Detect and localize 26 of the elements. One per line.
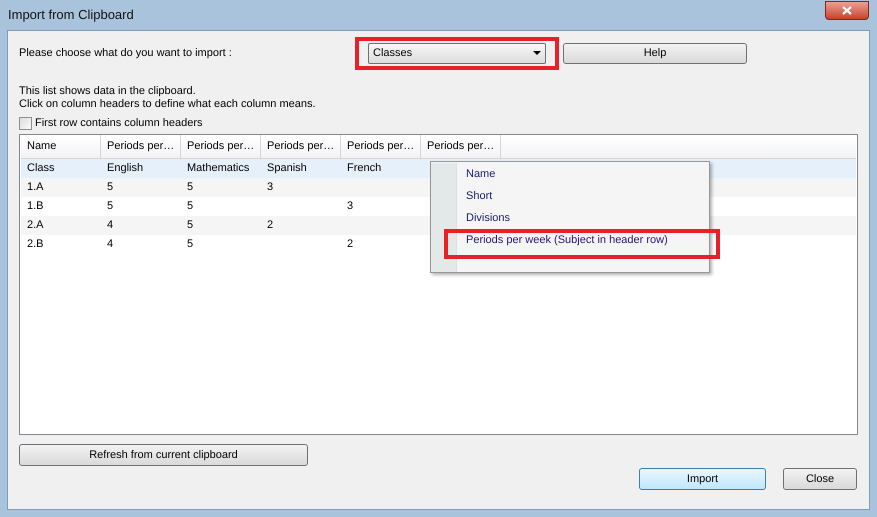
table-cell-text: 5 xyxy=(107,199,114,214)
info-text: This list shows data in the clipboard. xyxy=(19,85,197,98)
table-cell-text: 1.B xyxy=(27,199,44,214)
table-cell-text: 3 xyxy=(267,180,274,196)
table-cell-text: 4 xyxy=(107,218,114,234)
table-cell-text: 2.B xyxy=(27,237,44,252)
table-cell-text: 1.A xyxy=(27,180,44,196)
checkbox-label: First row contains column headers xyxy=(35,116,203,131)
prompt-label: Please choose what do you want to import : xyxy=(19,46,233,61)
table-cell-text: English xyxy=(107,161,144,176)
table-cell-text: French xyxy=(347,161,382,176)
table-cell-text: 5 xyxy=(187,218,194,234)
table-cell-text: 4 xyxy=(107,237,114,252)
table-cell-text: 2 xyxy=(267,218,274,234)
table-cell-text: 2.A xyxy=(27,218,44,234)
table-cell-text: 3 xyxy=(347,199,354,214)
table-cell-text: Mathematics xyxy=(187,161,250,176)
info-text: Click on column headers to define what each column means. xyxy=(19,98,317,111)
table-cell-text: 2 xyxy=(347,237,354,252)
table-cell-text: 5 xyxy=(187,180,194,196)
table-cell-text: 5 xyxy=(187,199,194,214)
window-title: Import from Clipboard xyxy=(8,6,134,24)
table-cell-text: 5 xyxy=(187,237,194,252)
table-cell-text: Spanish xyxy=(267,161,307,176)
table-cell-text: Class xyxy=(27,161,55,176)
table-cell-text: 5 xyxy=(107,180,114,196)
